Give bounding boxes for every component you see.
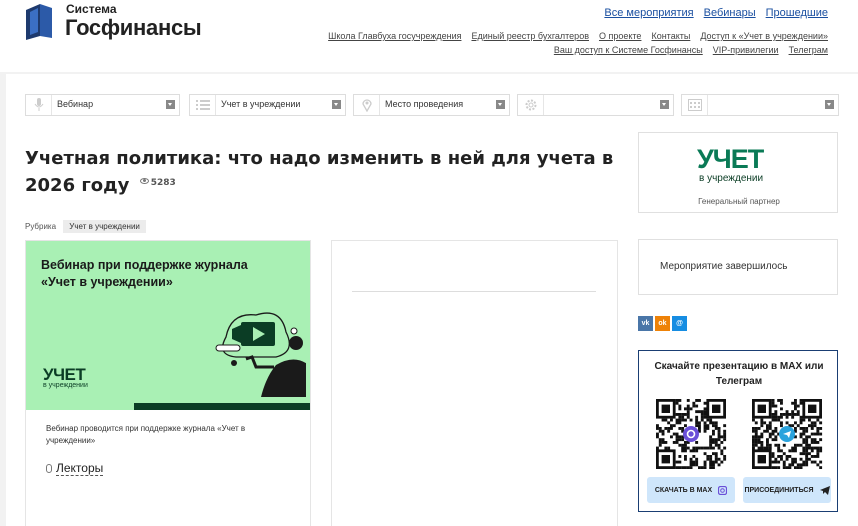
nav-webinars[interactable]: Вебинары <box>704 7 756 19</box>
lectors-toggle[interactable]: Лекторы <box>46 461 104 476</box>
max-icon <box>718 485 728 495</box>
rubric-label: Рубрика <box>25 222 57 231</box>
nav-past[interactable]: Прошедшие <box>766 7 828 19</box>
nav-contacts[interactable]: Контакты <box>651 31 690 41</box>
view-count: 5283 <box>139 178 176 188</box>
location-icon <box>354 95 380 115</box>
nav-access-journal[interactable]: Доступ к «Учет в учреждении» <box>700 31 828 41</box>
gear-icon <box>518 95 544 115</box>
event-status-box: Мероприятие завершилось <box>638 239 838 295</box>
chevron-down-icon <box>496 100 505 109</box>
partner-caption: Генеральный партнер <box>698 197 780 206</box>
divider <box>352 291 596 292</box>
telegram-icon <box>819 485 830 495</box>
join-telegram-button[interactable]: ПРИСОЕДИНИТЬСЯ <box>743 477 831 503</box>
mailru-share-icon[interactable]: @ <box>672 316 687 331</box>
filter-location[interactable]: Место проведения <box>353 94 510 116</box>
filter-bar: Вебинар Учет в учреждении Место проведен… <box>25 94 845 116</box>
logo-small-text: Система <box>66 2 117 16</box>
event-card: Вебинар при поддержке журнала «Учет в уч… <box>25 240 311 526</box>
qr-title: Скачайте презентацию в MAX или Телеграм <box>654 361 824 387</box>
calendar-icon <box>682 95 708 115</box>
banner-logo-small: в учреждении <box>43 382 88 389</box>
nav-telegram[interactable]: Телеграм <box>789 45 828 55</box>
event-details-panel <box>331 240 618 526</box>
filter-settings[interactable] <box>517 94 674 116</box>
max-qr-code[interactable] <box>655 399 727 469</box>
chevron-down-icon <box>332 100 341 109</box>
banner-text: Вебинар при поддержке журнала «Учет в уч… <box>41 258 248 289</box>
filter-rubric-value: Учет в учреждении <box>221 99 301 109</box>
download-max-button[interactable]: СКАЧАТЬ В MAX <box>647 477 735 503</box>
join-telegram-label: ПРИСОЕДИНИТЬСЯ <box>744 486 814 494</box>
ok-share-icon[interactable]: ok <box>655 316 670 331</box>
sub-nav-row-1: Школа Главбуха госучреждения Единый реес… <box>328 31 828 41</box>
download-max-label: СКАЧАТЬ В MAX <box>654 486 713 494</box>
event-title-text: Учетная политика: что надо изменить в не… <box>25 148 614 196</box>
general-partner-card[interactable]: УЧЕТ в учреждении Генеральный партнер <box>638 132 838 213</box>
site-logo[interactable]: Система Госфинансы <box>26 2 226 46</box>
view-count-value: 5283 <box>150 178 176 188</box>
video-illustration-icon <box>215 312 306 397</box>
presentation-download-box: Скачайте презентацию в MAX или Телеграм … <box>638 350 838 512</box>
rubric-row: Рубрика Учет в учреждении <box>25 220 146 233</box>
chevron-down-icon <box>660 100 669 109</box>
nav-vip[interactable]: VIP-привилегии <box>713 45 779 55</box>
mic-icon <box>46 464 52 473</box>
filter-event-type-value: Вебинар <box>57 99 94 109</box>
filter-date[interactable] <box>681 94 839 116</box>
partner-logo-small: в учреждении <box>699 173 764 184</box>
filter-event-type[interactable]: Вебинар <box>25 94 180 116</box>
chevron-down-icon <box>825 100 834 109</box>
nav-about[interactable]: О проекте <box>599 31 641 41</box>
filter-rubric[interactable]: Учет в учреждении <box>189 94 346 116</box>
filter-location-value: Место проведения <box>385 99 464 109</box>
rubric-tag[interactable]: Учет в учреждении <box>63 220 146 233</box>
banner-bottom-bar <box>134 403 310 410</box>
event-status-text: Мероприятие завершилось <box>660 261 788 272</box>
sub-nav-row-2: Ваш доступ к Системе Госфинансы VIP-прив… <box>554 45 828 55</box>
event-description: Вебинар проводится при поддержке журнала… <box>46 424 246 445</box>
nav-school[interactable]: Школа Главбуха госучреждения <box>328 31 461 41</box>
event-title: Учетная политика: что надо изменить в не… <box>25 147 615 198</box>
logo-big-text: Госфинансы <box>65 15 202 40</box>
nav-registry[interactable]: Единый реестр бухгалтеров <box>471 31 589 41</box>
eye-icon <box>139 178 149 184</box>
main-content: Вебинар Учет в учреждении Место проведен… <box>6 74 858 526</box>
site-header: Система Госфинансы Все мероприятия Вебин… <box>0 0 858 72</box>
list-icon <box>190 95 216 115</box>
nav-all-events[interactable]: Все мероприятия <box>604 7 693 19</box>
nav-access-system[interactable]: Ваш доступ к Системе Госфинансы <box>554 45 703 55</box>
telegram-qr-code[interactable] <box>751 399 823 469</box>
event-banner: Вебинар при поддержке журнала «Учет в уч… <box>26 241 310 410</box>
partner-logo-big: УЧЕТ <box>697 144 764 174</box>
social-share: vk ok @ <box>638 316 687 331</box>
vk-share-icon[interactable]: vk <box>638 316 653 331</box>
lectors-label: Лекторы <box>56 461 104 476</box>
mic-icon <box>26 95 52 115</box>
book-logo-icon <box>26 4 52 40</box>
main-nav: Все мероприятия Вебинары Прошедшие <box>604 7 828 19</box>
chevron-down-icon <box>166 100 175 109</box>
banner-journal-logo: УЧЕТ в учреждении <box>43 365 88 389</box>
